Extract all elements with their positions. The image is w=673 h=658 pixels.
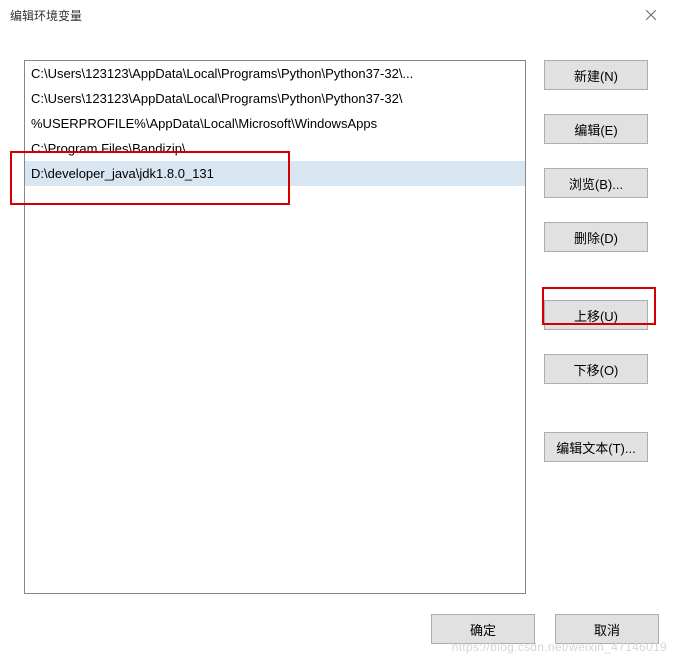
titlebar: 编辑环境变量 xyxy=(0,0,673,30)
browse-button[interactable]: 浏览(B)... xyxy=(544,168,648,198)
move-up-button[interactable]: 上移(U) xyxy=(544,300,648,330)
edit-text-button[interactable]: 编辑文本(T)... xyxy=(544,432,648,462)
delete-button[interactable]: 删除(D) xyxy=(544,222,648,252)
list-item[interactable]: C:\Users\123123\AppData\Local\Programs\P… xyxy=(25,61,525,86)
close-icon xyxy=(646,10,656,20)
edit-button[interactable]: 编辑(E) xyxy=(544,114,648,144)
close-button[interactable] xyxy=(628,0,673,30)
list-item[interactable]: C:\Program Files\Bandizip\ xyxy=(25,136,525,161)
new-button[interactable]: 新建(N) xyxy=(544,60,648,90)
button-column: 新建(N) 编辑(E) 浏览(B)... 删除(D) 上移(U) 下移(O) 编… xyxy=(544,60,648,594)
dialog-content: C:\Users\123123\AppData\Local\Programs\P… xyxy=(0,30,673,606)
list-item[interactable]: C:\Users\123123\AppData\Local\Programs\P… xyxy=(25,86,525,111)
window-title: 编辑环境变量 xyxy=(10,7,82,24)
list-item[interactable]: %USERPROFILE%\AppData\Local\Microsoft\Wi… xyxy=(25,111,525,136)
ok-button[interactable]: 确定 xyxy=(431,614,535,644)
list-item[interactable]: D:\developer_java\jdk1.8.0_131 xyxy=(25,161,525,186)
dialog-footer: 确定 取消 xyxy=(431,614,659,644)
path-listbox[interactable]: C:\Users\123123\AppData\Local\Programs\P… xyxy=(24,60,526,594)
cancel-button[interactable]: 取消 xyxy=(555,614,659,644)
move-down-button[interactable]: 下移(O) xyxy=(544,354,648,384)
